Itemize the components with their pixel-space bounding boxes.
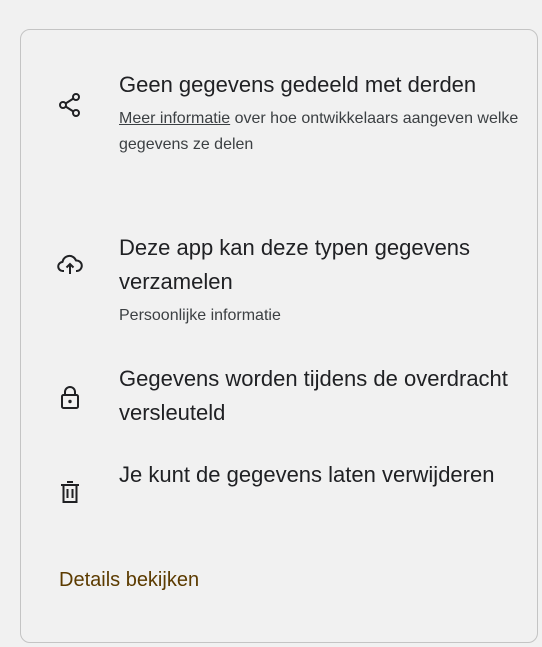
item-title: Je kunt de gegevens laten verwijderen — [119, 462, 495, 487]
item-subtext: Persoonlijke informatie — [119, 307, 281, 324]
item-title: Deze app kan deze typen gegevens verzame… — [119, 235, 471, 294]
item-text: Gegevens worden tijdens de overdracht ve… — [119, 362, 519, 430]
share-icon — [57, 92, 83, 118]
item-text: Je kunt de gegevens laten verwijderen — [119, 458, 519, 492]
data-safety-card: Geen gegevens gedeeld met derden Meer in… — [20, 29, 538, 643]
item-text: Geen gegevens gedeeld met derden Meer in… — [119, 68, 519, 158]
trash-icon — [57, 479, 83, 505]
item-text: Deze app kan deze typen gegevens verzame… — [119, 231, 519, 329]
more-info-link[interactable]: Meer informatie — [119, 110, 230, 127]
item-subtext: Meer informatie over hoe ontwikkelaars a… — [119, 106, 519, 158]
lock-icon — [57, 384, 83, 410]
cloud-upload-icon — [57, 252, 83, 278]
item-title: Gegevens worden tijdens de overdracht ve… — [119, 366, 508, 425]
view-details-link[interactable]: Details bekijken — [59, 566, 199, 594]
item-title: Geen gegevens gedeeld met derden — [119, 72, 477, 97]
